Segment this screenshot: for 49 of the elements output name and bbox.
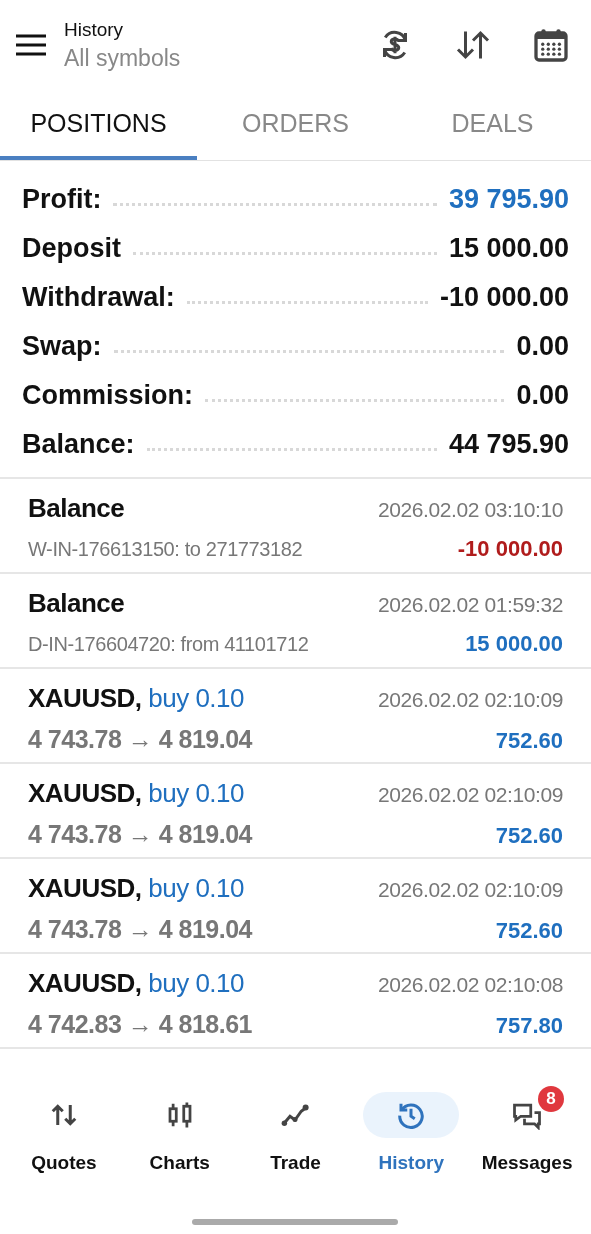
tab[interactable]: POSITIONS: [0, 90, 197, 160]
deal-title: Balance: [28, 493, 126, 524]
deal-prices: 4 743.78 → 4 819.04: [28, 724, 254, 754]
deal-comment: D-IN-176604720: from 41101712: [28, 633, 310, 656]
deal-title: XAUUSD, buy 0.10: [28, 968, 245, 999]
unread-badge: 8: [538, 1086, 565, 1112]
deal-title: Balance: [28, 588, 126, 619]
nav-item[interactable]: Messages 8: [472, 1086, 583, 1174]
deal-profit: 752.60: [494, 822, 563, 849]
summary-label: Balance:: [22, 429, 135, 460]
summary-label: Withdrawal:: [22, 282, 175, 313]
deal-comment: W-IN-176613150: to 271773182: [28, 538, 304, 561]
summary-value: 0.00: [516, 380, 569, 411]
summary-label: Deposit: [22, 233, 121, 264]
deal-prices: 4 743.78 → 4 819.04: [28, 819, 254, 849]
summary-value: 44 795.90: [448, 429, 569, 460]
summary-value: 15 000.00: [448, 233, 569, 264]
deal-time: 2026.02.02 01:59:32: [377, 593, 563, 617]
deal-time: 2026.02.02 02:10:09: [377, 783, 563, 807]
symbol-filter[interactable]: All symbols: [64, 44, 335, 72]
nav-item[interactable]: Quotes: [8, 1086, 119, 1174]
nav-item[interactable]: Trade: [240, 1086, 351, 1174]
deal-profit: 757.80: [494, 1012, 563, 1039]
deal-profit: 752.60: [494, 727, 563, 754]
summary-label: Swap:: [22, 331, 102, 362]
summary-value: 39 795.90: [448, 184, 569, 215]
calendar-icon[interactable]: [533, 27, 569, 63]
deal-prices: 4 742.83 → 4 818.61: [28, 1009, 254, 1039]
deal-title: XAUUSD, buy 0.10: [28, 873, 245, 904]
screen-title: History: [64, 18, 125, 41]
summary-label: Profit:: [22, 184, 102, 215]
deal-profit: 752.60: [494, 917, 563, 944]
tab[interactable]: ORDERS: [197, 90, 394, 160]
nav-item[interactable]: History: [356, 1086, 467, 1174]
deal-time: 2026.02.02 03:10:10: [377, 498, 563, 522]
deal-time: 2026.02.02 02:10:08: [377, 973, 563, 997]
deal-amount: -10 000.00: [456, 536, 563, 562]
deal-time: 2026.02.02 02:10:09: [377, 688, 563, 712]
summary-label: Commission:: [22, 380, 194, 411]
deal-time: 2026.02.02 02:10:09: [377, 878, 563, 902]
deal-title: XAUUSD, buy 0.10: [28, 683, 245, 714]
tab[interactable]: DEALS: [394, 90, 591, 160]
deal-title: XAUUSD, buy 0.10: [28, 778, 245, 809]
deal-amount: 15 000.00: [464, 631, 563, 657]
nav-item[interactable]: Charts: [124, 1086, 235, 1174]
summary-value: -10 000.00: [439, 282, 569, 313]
menu-icon[interactable]: [16, 34, 46, 56]
deal-prices: 4 743.78 → 4 819.04: [28, 914, 254, 944]
summary-value: 0.00: [516, 331, 569, 362]
